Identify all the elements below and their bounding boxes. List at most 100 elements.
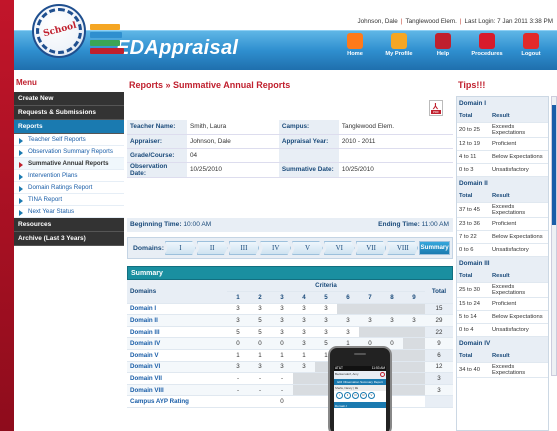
nav-home[interactable]: Home: [335, 33, 375, 57]
domain-name[interactable]: Domain V: [127, 349, 227, 362]
criteria-cell: [381, 326, 403, 339]
menu-section-requests-submissions[interactable]: Requests & Submissions: [14, 106, 124, 120]
help-icon: [435, 33, 451, 49]
criteria-cell: 3: [249, 303, 271, 316]
tips-range: 5 to 14: [459, 314, 477, 320]
criteria-cell: 3: [337, 326, 359, 339]
criteria-number: 1: [227, 291, 249, 304]
criteria-cell: 3: [293, 303, 315, 316]
criteria-number: 6: [337, 291, 359, 304]
menu-item-domain-ratings-report[interactable]: Domain Ratings Report: [14, 182, 124, 194]
menu-section-resources[interactable]: Resources: [14, 218, 124, 232]
criteria-cell: -: [249, 372, 271, 385]
logout-icon: [523, 33, 539, 49]
criteria-cell: 3: [271, 361, 293, 374]
table-row: Campus AYP Rating 0: [127, 395, 453, 409]
menu-section-reports[interactable]: Reports: [14, 120, 124, 134]
app-frame: Johnson, Dale | Tanglewood Elem. | Last Logi…: [0, 0, 557, 431]
domain-name[interactable]: Domain II: [127, 314, 227, 327]
menu-section-create-new[interactable]: Create New: [14, 92, 124, 106]
scroll-thumb[interactable]: [552, 105, 556, 225]
criteria-cell: 1: [293, 349, 315, 362]
criteria-cell: -: [227, 372, 249, 385]
criteria-cell: 3: [227, 314, 249, 327]
criteria-cell: [293, 372, 315, 385]
pdf-icon[interactable]: ⅄ PDF: [429, 100, 443, 116]
nav-my-profile[interactable]: My Profile: [379, 33, 419, 57]
procedures-icon: [479, 33, 495, 49]
tab-domain-i[interactable]: I: [165, 241, 196, 255]
criteria-cell: [293, 395, 315, 409]
nav-procedures[interactable]: Procedures: [467, 33, 507, 57]
profile-icon: [391, 33, 407, 49]
table-row: Domain VIII - - -3: [127, 384, 453, 397]
tab-domain-vii[interactable]: VII: [355, 241, 387, 255]
criteria-cell: 0: [227, 337, 249, 351]
tips-result-header: Result: [492, 353, 510, 359]
total-header: Total: [425, 280, 453, 304]
domain-name[interactable]: Domain III: [127, 326, 227, 339]
domain-name[interactable]: Domain IV: [127, 337, 227, 351]
content-area: Menu Create New Requests & Submissions Rep…: [14, 70, 557, 431]
criteria-cell: [403, 303, 425, 316]
phone-domain-button: II: [344, 392, 351, 399]
domain-name[interactable]: Domain VI: [127, 361, 227, 374]
tab-domain-ii[interactable]: II: [196, 241, 228, 255]
total-cell: 22: [425, 326, 453, 339]
tips-row: 5 to 14 Below Expectations: [457, 311, 548, 324]
phone-domain-button: V: [368, 392, 375, 399]
domain-name[interactable]: Campus AYP Rating: [127, 395, 227, 409]
user-name[interactable]: Johnson, Dale: [358, 18, 398, 25]
nav-help[interactable]: Help: [423, 33, 463, 57]
tips-scrollbar[interactable]: [551, 96, 557, 376]
campus-label: Campus:: [278, 120, 339, 135]
phone-domain-button: I: [336, 392, 343, 399]
left-menu: Menu Create New Requests & Submissions Rep…: [14, 70, 124, 431]
nav-logout[interactable]: Logout: [511, 33, 551, 57]
criteria-cell: 1: [249, 349, 271, 362]
criteria-cell: [227, 395, 249, 409]
summary-table: Domains Criteria Total 123456789 Domain …: [127, 280, 453, 409]
tab-domain-iv[interactable]: IV: [260, 241, 292, 255]
tips-result: Below Expectations: [492, 234, 543, 240]
year-value: 2010 - 2011: [338, 134, 453, 149]
domain-name[interactable]: Domain VII: [127, 372, 227, 385]
total-cell: [425, 395, 453, 409]
domain-name[interactable]: Domain VIII: [127, 384, 227, 397]
tips-row: 0 to 6 Unsatisfactory: [457, 244, 548, 257]
school-name[interactable]: Tanglewood Elem.: [405, 18, 456, 25]
menu-item-intervention-plans[interactable]: Intervention Plans: [14, 170, 124, 182]
criteria-cell: -: [271, 384, 293, 397]
summ-date-value: 10/25/2010: [338, 162, 453, 178]
menu-item-tina-report[interactable]: TINA Report: [14, 194, 124, 206]
domain-name[interactable]: Domain I: [127, 303, 227, 316]
criteria-cell: 1: [271, 349, 293, 362]
menu-item-teacher-self-reports[interactable]: Teacher Self Reports: [14, 134, 124, 146]
tab-domain-summary[interactable]: Summary: [419, 241, 451, 255]
criteria-cell: [359, 303, 381, 316]
tips-range: 0 to 6: [459, 247, 474, 253]
school-city-logo[interactable]: School: [32, 4, 86, 58]
domains-header: Domains: [127, 280, 227, 304]
tab-domain-viii[interactable]: VIII: [387, 241, 419, 255]
tips-total-header: Total: [459, 193, 473, 199]
phone-domain-button: III: [352, 392, 359, 399]
tips-result-header: Result: [492, 113, 510, 119]
table-row: Domain V1111116: [127, 349, 453, 362]
tips-result: Exceeds Expectations: [492, 284, 526, 296]
tab-domain-iii[interactable]: III: [228, 241, 260, 255]
tab-domain-vi[interactable]: VI: [323, 241, 355, 255]
tips-result: Unsatisfactory: [492, 247, 529, 253]
menu-section-archive-last-3-years[interactable]: Archive (Last 3 Years): [14, 232, 124, 246]
tab-domain-v[interactable]: V: [292, 241, 323, 255]
appraiser-label: Appraiser:: [127, 134, 187, 149]
menu-item-summative-annual-reports[interactable]: Summative Annual Reports: [14, 158, 124, 170]
criteria-cell: 3: [227, 361, 249, 374]
menu-item-next-year-status[interactable]: Next Year Status: [14, 206, 124, 218]
user-info-line: Johnson, Dale | Tanglewood Elem. | Last Logi…: [357, 18, 553, 25]
tips-row: 0 to 3 Unsatisfactory: [457, 164, 548, 177]
tips-panel: Tips!!! Domain I Total Result 20 to 25 Excee…: [456, 70, 557, 431]
menu-item-observation-summary-reports[interactable]: Observation Summary Reports: [14, 146, 124, 158]
tips-row: 20 to 25 Exceeds Expectations: [457, 123, 548, 138]
phone-domain-label: Domain I: [334, 402, 386, 408]
